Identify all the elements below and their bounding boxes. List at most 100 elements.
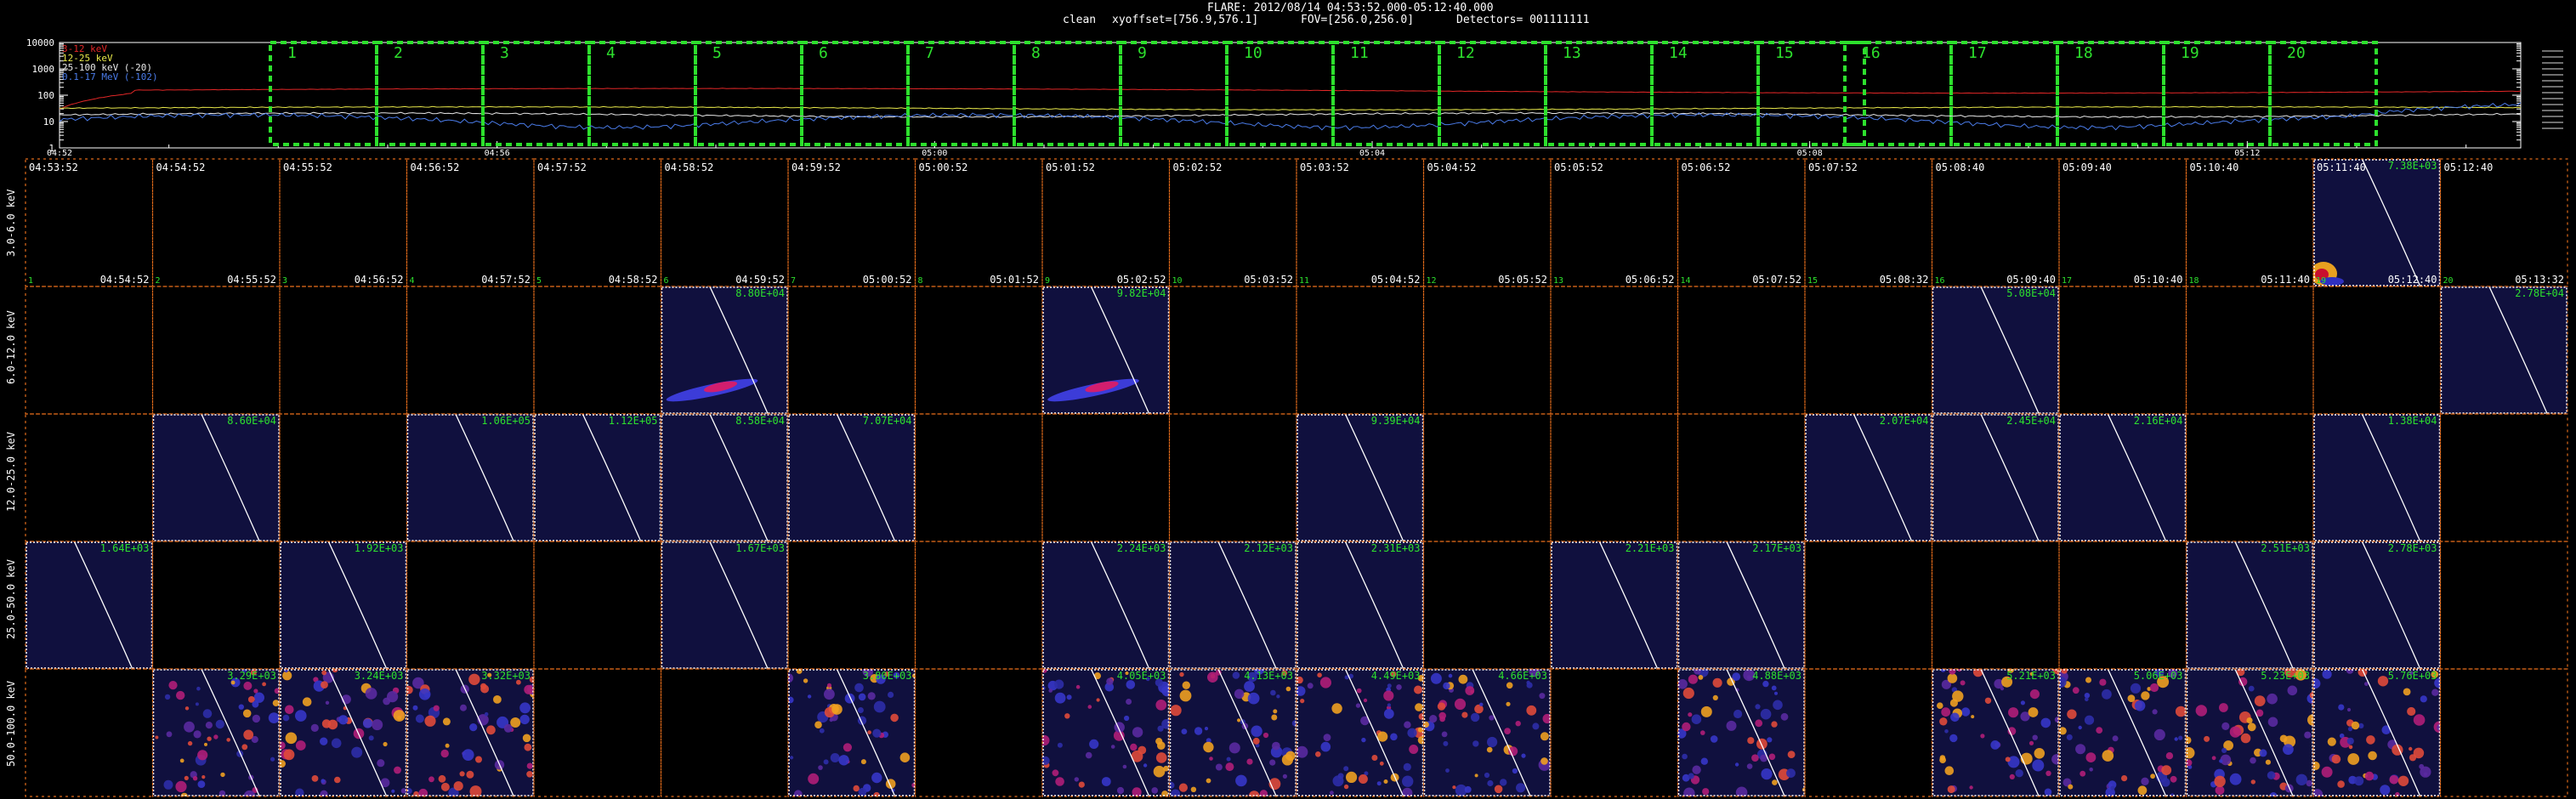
noise-blob xyxy=(313,680,325,692)
noise-blob xyxy=(1418,713,1424,720)
noise-blob xyxy=(2078,725,2082,730)
noise-blob xyxy=(2131,700,2142,711)
noise-blob xyxy=(195,702,199,706)
image-background xyxy=(2059,414,2187,541)
noise-blob xyxy=(1387,706,1392,711)
noise-blob xyxy=(2059,671,2068,683)
image-background xyxy=(1677,541,1805,669)
cell-border xyxy=(1550,158,1679,287)
noise-blob xyxy=(873,700,886,713)
x-tick-label: 04:56 xyxy=(485,149,510,157)
cell-border xyxy=(2312,541,2442,670)
noise-blob xyxy=(2085,752,2097,762)
noise-blob xyxy=(853,785,860,792)
noise-blob xyxy=(817,711,829,723)
noise-blob xyxy=(460,684,469,694)
noise-blob xyxy=(1941,707,1951,717)
noise-blob xyxy=(1438,711,1446,720)
solar-limb-arc xyxy=(836,669,896,796)
noise-blob xyxy=(1952,690,1964,702)
image-frame xyxy=(1932,414,2059,541)
solar-limb-arc xyxy=(2234,669,2295,796)
noise-blob xyxy=(238,704,244,710)
noise-blob xyxy=(876,674,886,684)
noise-blob xyxy=(1356,688,1362,694)
noise-blob xyxy=(1957,669,1962,672)
noise-blob xyxy=(1171,789,1181,796)
noise-blob xyxy=(2108,780,2117,790)
noise-blob xyxy=(1251,725,1262,737)
x-tick-label: 05:12 xyxy=(2234,149,2260,157)
cell-border xyxy=(279,158,408,287)
noise-blob xyxy=(2149,683,2159,693)
image-background xyxy=(1932,669,2059,796)
noise-blob xyxy=(2313,789,2324,796)
noise-blob xyxy=(1096,698,1100,702)
noise-blob xyxy=(1415,703,1423,711)
peak-value-label: 2.45E+04 xyxy=(2006,415,2056,427)
noise-blob xyxy=(2214,768,2225,780)
noise-blob xyxy=(1994,741,2001,748)
noise-blob xyxy=(295,710,307,722)
cell-border xyxy=(533,668,662,797)
image-cell xyxy=(1804,541,1933,670)
peak-value-label: 4.88E+03 xyxy=(1752,670,1801,682)
noise-blob xyxy=(796,669,803,674)
noise-blob xyxy=(1190,786,1197,792)
x-tick-label: 05:08 xyxy=(1797,149,1823,157)
cell-border xyxy=(1041,541,1171,670)
noise-blob xyxy=(184,706,190,711)
method-label: clean xyxy=(1063,14,1097,26)
cell-border xyxy=(1168,541,1297,670)
noise-blob xyxy=(1700,706,1712,717)
y-tick-label: 10 xyxy=(43,116,54,128)
noise-blob xyxy=(1682,687,1694,700)
noise-blob xyxy=(1939,717,1948,726)
noise-blob xyxy=(1402,787,1413,796)
noise-blob xyxy=(428,776,434,783)
noise-blob xyxy=(1529,669,1540,677)
noise-blob xyxy=(321,779,326,784)
noise-blob xyxy=(280,760,286,768)
noise-blob xyxy=(814,721,822,728)
noise-blob xyxy=(2165,752,2174,760)
noise-blob xyxy=(844,693,855,704)
noise-blob xyxy=(2175,706,2187,717)
noise-blob xyxy=(2063,778,2072,787)
image-cell xyxy=(2439,541,2568,670)
cell-border xyxy=(2312,158,2442,287)
noise-blob xyxy=(1937,702,1943,709)
noise-blob xyxy=(1122,764,1127,769)
noise-blob xyxy=(2437,723,2441,731)
image-cell xyxy=(1804,668,1933,797)
noise-blob xyxy=(343,706,348,711)
noise-blob xyxy=(1458,674,1468,684)
noise-blob xyxy=(2307,714,2313,726)
noise-blob xyxy=(1228,742,1240,754)
noise-blob xyxy=(1358,774,1368,784)
noise-blob xyxy=(226,738,231,742)
noise-blob xyxy=(394,766,401,774)
noise-blob xyxy=(2304,731,2312,739)
noise-blob xyxy=(788,696,794,704)
noise-blob xyxy=(448,787,459,796)
noise-blob xyxy=(486,725,496,735)
interval-label: 15 xyxy=(1775,44,1794,62)
interval-label: 8 xyxy=(1031,44,1041,62)
noise-blob xyxy=(1206,778,1211,784)
interval-label: 17 xyxy=(1968,44,1987,62)
image-frame xyxy=(152,669,280,796)
peak-value-label: 2.17E+03 xyxy=(1752,542,1801,554)
noise-blob xyxy=(1157,741,1166,750)
cell-border xyxy=(1804,413,1933,542)
image-frame xyxy=(26,541,153,669)
noise-blob xyxy=(320,790,328,796)
interval-label: 6 xyxy=(819,44,828,62)
noise-blob xyxy=(1677,679,1688,689)
lightcurve-curves xyxy=(59,88,2522,131)
noise-blob xyxy=(2157,765,2165,773)
noise-blob xyxy=(1307,683,1314,689)
noise-blob xyxy=(830,753,840,762)
noise-blob xyxy=(2229,773,2242,785)
cell-border xyxy=(151,286,281,415)
